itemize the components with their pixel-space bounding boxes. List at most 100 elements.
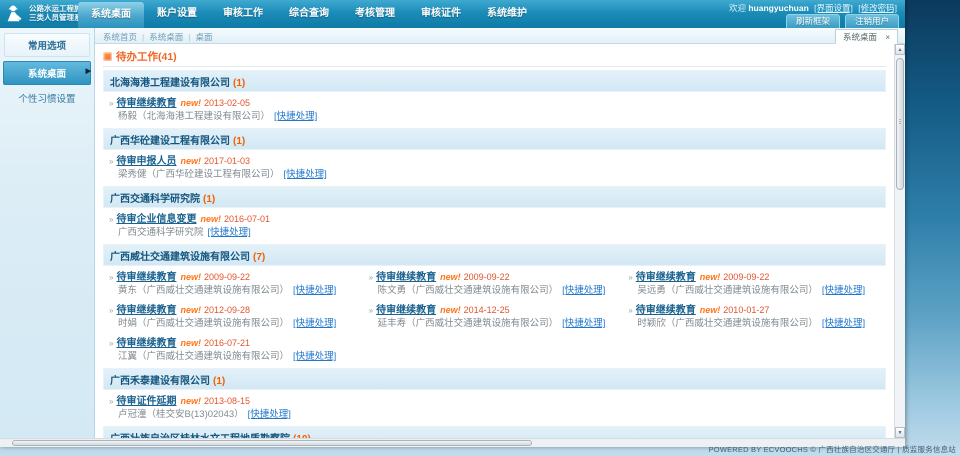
quick-handle-link[interactable]: [快捷处理]	[293, 318, 336, 329]
group-header: 广西威壮交通建筑设施有限公司 (7)	[103, 244, 886, 266]
item-bullet-icon: »	[628, 273, 633, 282]
menu-item[interactable]: 系统维护	[474, 0, 540, 28]
group-header: 广西壮族自治区桂林水文工程地质勘察院(10)	[103, 426, 886, 438]
main-menu: 系统桌面 账户设置 审核工作 综合查询 考核管理 审核证件 系统维护	[78, 0, 540, 28]
menu-item[interactable]: 审核工作	[210, 0, 276, 28]
todo-item-detail: 卢冠潼（桂交安B(13)02043） [快捷处理]	[109, 409, 361, 421]
todo-groups: 北海海港工程建设有限公司 (1)» 待审继续教育 new! 2013-02-05 杨毅（北…	[103, 70, 886, 438]
item-title-link[interactable]: 待审企业信息变更	[116, 214, 196, 225]
interface-settings-link[interactable]: [界面设置]	[814, 3, 853, 13]
sidebar-item[interactable]: 个性习惯设置	[3, 87, 91, 109]
quick-handle-link[interactable]: [快捷处理]	[822, 285, 865, 296]
todo-item: » 待审继续教育 new! 2009-09-22 吴远勇（广西威壮交通建筑设施有限公司）…	[624, 266, 884, 299]
item-new-flag: new!	[200, 214, 221, 224]
item-target: 卢冠潼（桂交安B(13)02043）	[118, 409, 244, 420]
item-title-link[interactable]: 待审继续教育	[116, 338, 176, 349]
todo-item-header: » 待审继续教育 new! 2016-07-21	[109, 337, 361, 350]
item-date: 2010-01-27	[723, 305, 770, 315]
vertical-scrollbar[interactable]: ▲ ▼	[894, 44, 905, 438]
todo-section-title: 待办工作(41)	[103, 49, 886, 64]
scroll-down-icon[interactable]: ▼	[895, 427, 905, 438]
item-date: 2016-07-21	[203, 338, 251, 348]
quick-handle-link[interactable]: [快捷处理]	[293, 285, 336, 296]
content-tab-desktop[interactable]: 系统桌面 ×	[834, 29, 898, 44]
quick-handle-link[interactable]: [快捷处理]	[562, 285, 605, 296]
breadcrumb-item[interactable]: 系统桌面	[149, 32, 183, 42]
menu-item[interactable]: 考核管理	[342, 0, 408, 28]
top-action-button[interactable]: 注销用户	[844, 14, 899, 28]
vertical-scroll-thumb[interactable]	[896, 58, 904, 190]
welcome-prefix: 欢迎	[728, 3, 746, 13]
todo-item-detail: 杨毅（北海海港工程建设有限公司） [快捷处理]	[109, 111, 361, 123]
item-date: 2016-07-01	[223, 214, 271, 224]
todo-item-detail: 吴远勇（广西威壮交通建筑设施有限公司） [快捷处理]	[628, 285, 880, 297]
top-action-button[interactable]: 刷新框架	[785, 14, 840, 28]
item-date: 2013-02-05	[203, 98, 251, 108]
todo-item-detail: 延丰寿（广西威壮交通建筑设施有限公司） [快捷处理]	[369, 318, 621, 330]
content-tab-label: 系统桌面	[842, 32, 877, 42]
menu-item[interactable]: 审核证件	[408, 0, 474, 28]
change-password-link[interactable]: [修改密码]	[858, 3, 897, 13]
sidebar: 常用选项 系统桌面 ▶ 个性习惯设置	[0, 28, 95, 438]
item-title-link[interactable]: 待审证件延期	[116, 396, 176, 407]
item-title-link[interactable]: 待审继续教育	[636, 272, 696, 283]
quick-handle-link[interactable]: [快捷处理]	[284, 169, 327, 180]
breadcrumb-separator: |	[142, 32, 145, 42]
group-items: » 待审申报人员 new! 2017-01-03 梁秀健（广西华砼建设工程有限公司） [快…	[103, 150, 886, 183]
group-section: 广西威壮交通建筑设施有限公司 (7)» 待审继续教育 new! 2009-09-22 黄东…	[103, 244, 886, 365]
app-window: 公路水运工程施工企业 三类人员管理系统 系统桌面 账户设置 审核工作 综合查询 考核管理…	[0, 0, 905, 447]
quick-handle-link[interactable]: [快捷处理]	[562, 318, 605, 329]
menu-item[interactable]: 系统桌面	[78, 2, 144, 28]
item-title-link[interactable]: 待审继续教育	[376, 272, 436, 283]
scroll-up-icon[interactable]: ▲	[895, 44, 905, 55]
breadcrumb-item[interactable]: 系统首页	[103, 32, 137, 42]
item-title-link[interactable]: 待审继续教育	[116, 272, 176, 283]
item-new-flag: new!	[180, 305, 201, 315]
todo-item-header: » 待审继续教育 new! 2010-01-27	[628, 304, 880, 317]
group-section: 广西禾泰建设有限公司 (1) » 待审证件延期 new! 2013-08-15 卢冠潼（桂交…	[103, 368, 886, 423]
quick-handle-link[interactable]: [快捷处理]	[248, 409, 291, 420]
group-header: 广西交通科学研究院 (1)	[103, 186, 886, 208]
breadcrumb: 系统首页 | 系统桌面 | 桌面	[103, 31, 212, 43]
quick-handle-link[interactable]: [快捷处理]	[274, 111, 317, 122]
todo-item: » 待审继续教育 new! 2010-01-27 时颖欣（广西威壮交通建筑设施有限公司）…	[624, 299, 884, 332]
todo-item: » 待审企业信息变更 new! 2016-07-01 广西交通科学研究院 [快捷处理]	[105, 208, 365, 241]
item-title-link[interactable]: 待审继续教育	[116, 98, 176, 109]
group-count: (7)	[253, 251, 266, 263]
item-new-flag: new!	[440, 305, 461, 315]
item-bullet-icon: »	[628, 306, 633, 315]
tab-close-icon[interactable]: ×	[885, 33, 890, 42]
item-new-flag: new!	[180, 156, 201, 166]
breadcrumb-item[interactable]: 桌面	[195, 32, 212, 42]
item-title-link[interactable]: 待审继续教育	[636, 305, 696, 316]
group-items: » 待审企业信息变更 new! 2016-07-01 广西交通科学研究院 [快捷处理]	[103, 208, 886, 241]
content-area: 待办工作(41) 北海海港工程建设有限公司 (1)» 待审继续教育 new! 2013-…	[95, 44, 894, 438]
sidebar-active-arrow-icon: ▶	[85, 68, 91, 75]
item-date: 2013-08-15	[203, 396, 251, 406]
todo-item: » 待审继续教育 new! 2009-09-22 黄东（广西威壮交通建筑设施有限公司）[…	[105, 266, 365, 299]
item-title-link[interactable]: 待审申报人员	[116, 156, 176, 167]
horizontal-scroll-thumb[interactable]	[12, 440, 532, 446]
menu-item[interactable]: 综合查询	[276, 0, 342, 28]
menu-item[interactable]: 账户设置	[144, 0, 210, 28]
todo-item-detail: 广西交通科学研究院 [快捷处理]	[109, 227, 361, 239]
quick-handle-link[interactable]: [快捷处理]	[822, 318, 865, 329]
top-action-buttons: 刷新框架 注销用户	[781, 14, 899, 28]
group-section: 广西华砼建设工程有限公司 (1) » 待审申报人员 new! 2017-01-03 梁秀健（…	[103, 128, 886, 183]
todo-title-text: 待办工作(41)	[116, 51, 177, 63]
quick-handle-link[interactable]: [快捷处理]	[293, 351, 336, 362]
quick-handle-link[interactable]: [快捷处理]	[208, 227, 251, 238]
username: huangyuchuan	[748, 3, 809, 13]
group-section: 广西交通科学研究院 (1)» 待审企业信息变更 new! 2016-07-01 广西交通科…	[103, 186, 886, 241]
sidebar-item[interactable]: 系统桌面 ▶	[3, 61, 91, 85]
group-count: (1)	[233, 77, 246, 89]
item-title-link[interactable]: 待审继续教育	[376, 305, 436, 316]
group-header: 北海海港工程建设有限公司 (1)	[103, 70, 886, 92]
welcome-bar: 欢迎 huangyuchuan [界面设置] [修改密码]	[729, 2, 897, 14]
item-title-link[interactable]: 待审继续教育	[116, 305, 176, 316]
breadcrumb-bar: 系统首页 | 系统桌面 | 桌面 系统桌面 ×	[95, 28, 905, 44]
item-target: 梁秀健（广西华砼建设工程有限公司）	[118, 169, 280, 180]
todo-item-detail: 时颖欣（广西威壮交通建筑设施有限公司） [快捷处理]	[628, 318, 880, 330]
todo-item-detail: 时娟（广西威壮交通建筑设施有限公司） [快捷处理]	[109, 318, 361, 330]
item-target: 时娟（广西威壮交通建筑设施有限公司）	[118, 318, 290, 329]
